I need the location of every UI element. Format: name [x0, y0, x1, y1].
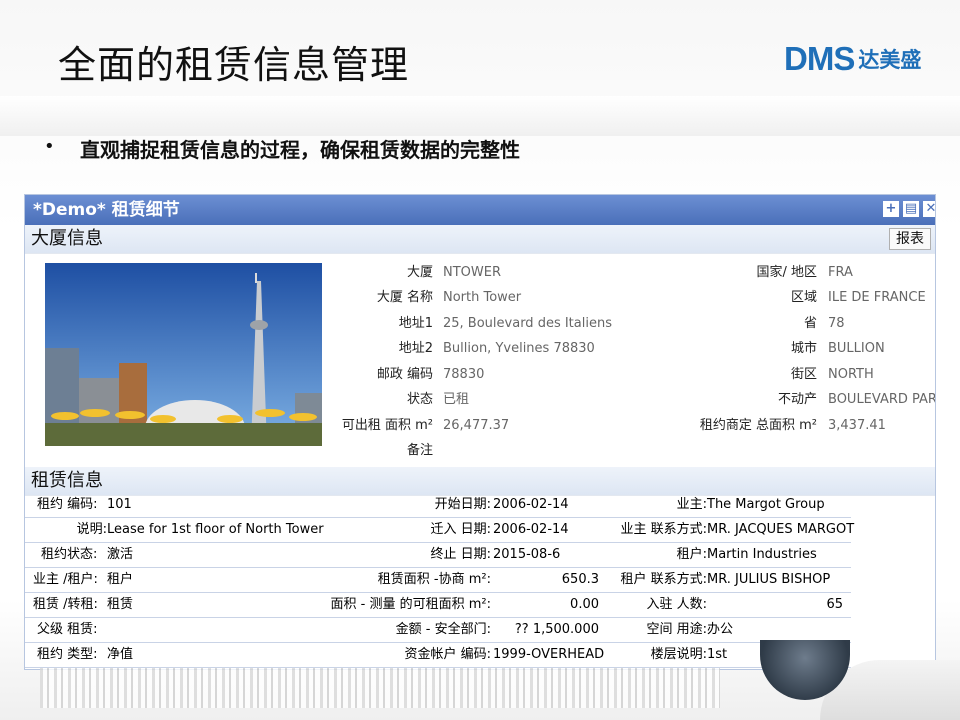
field-value: 78830: [443, 367, 485, 382]
field-label: 可出租 面积 m²: [341, 418, 433, 433]
cell-label: 开始日期:: [434, 497, 491, 512]
field-value: FRA: [828, 265, 853, 280]
slide-title: 全面的租赁信息管理: [58, 43, 410, 87]
table-row: 租约 类型: 净值 资金帐户 编码: 1999-OVERHEAD 楼层说明: 1…: [25, 643, 851, 668]
cell-label: 业主:: [676, 497, 707, 512]
cell-label: 租约 类型:: [37, 647, 98, 662]
field-label: 区域: [790, 290, 817, 305]
cell-value: 650.3: [561, 572, 599, 587]
field-value: 26,477.37: [443, 418, 510, 433]
cell-value: 激活: [107, 547, 134, 562]
field-label: 大厦: [406, 265, 433, 280]
field-value: 已租: [443, 392, 470, 407]
cell-value: 2015-08-6: [493, 547, 561, 562]
field-value: ILE DE FRANCE: [828, 290, 926, 305]
field-label: 省: [803, 316, 817, 331]
field-value: BULLION: [828, 341, 885, 356]
cell-value: The Margot Group: [707, 497, 825, 512]
field-value: 78: [828, 316, 845, 331]
lease-section-title: 租赁信息: [25, 467, 935, 496]
logo-chinese: 达美盛: [858, 48, 922, 72]
field-value: 25, Boulevard des Italiens: [443, 316, 612, 331]
cell-value: 租赁: [107, 597, 134, 612]
field-label: 街区: [790, 367, 817, 382]
cell-label: 父级 租赁:: [37, 622, 98, 637]
cell-label: 业主 联系方式:: [620, 522, 707, 537]
building-fields: 大厦 NTOWER 大厦 名称 North Tower 地址1 25, Boul…: [25, 195, 936, 458]
bullet-mark: •: [44, 136, 55, 157]
cell-label: 租约状态:: [41, 547, 98, 562]
field-label: 大厦 名称: [376, 290, 433, 305]
table-row: 租约 编码: 101 开始日期: 2006-02-14 业主: The Marg…: [25, 493, 851, 518]
table-row: 租赁 /转租: 租赁 面积 - 测量 的可租面积 m²: 0.00 入驻 人数:…: [25, 593, 851, 618]
bullet-text: 直观捕捉租赁信息的过程，确保租赁数据的完整性: [80, 138, 520, 162]
cell-value: 101: [107, 497, 132, 512]
field-label: 城市: [790, 341, 817, 356]
cell-value: 1999-OVERHEAD: [493, 647, 605, 662]
lease-info-table: 租约 编码: 101 开始日期: 2006-02-14 业主: The Marg…: [25, 493, 855, 668]
table-row: 父级 租赁: 金额 - 安全部门: ?? 1,500.000 空间 用途: 办公: [25, 618, 851, 643]
cell-label: 楼层说明:: [650, 647, 707, 662]
cell-label: 空间 用途:: [646, 622, 707, 637]
field-value: North Tower: [443, 290, 522, 305]
table-row: 说明: Lease for 1st floor of North Tower 迁…: [25, 518, 855, 543]
cell-label: 业主 /租户:: [33, 572, 98, 587]
cell-label: 入驻 人数:: [646, 597, 707, 612]
cell-label: 租户:: [676, 547, 707, 562]
field-value: NTOWER: [443, 265, 501, 280]
cell-label: 资金帐户 编码:: [404, 647, 491, 662]
cell-value: 1st: [707, 647, 728, 662]
cell-label: 租户 联系方式:: [620, 572, 707, 587]
table-row: 业主 /租户: 租户 租赁面积 -协商 m²: 650.3 租户 联系方式: M…: [25, 568, 851, 593]
cell-value: 2006-02-14: [493, 497, 569, 512]
cell-label: 租赁面积 -协商 m²:: [377, 572, 491, 587]
cell-value: ?? 1,500.000: [514, 622, 599, 637]
cell-value: MR. JACQUES MARGOT: [707, 522, 855, 537]
cell-value: 65: [826, 597, 843, 612]
cell-value: 净值: [107, 647, 134, 662]
cell-label: 租约 编码:: [37, 497, 98, 512]
company-logo: DMS 达美盛: [784, 40, 922, 77]
lease-detail-panel: *Demo* 租赁细节 + ▤ ✕ 大厦信息 报表 大厦 NTOWER 大厦 名…: [24, 194, 936, 670]
cell-value: 2006-02-14: [493, 522, 569, 537]
lease-section-label: 租赁信息: [31, 470, 103, 491]
field-label: 状态: [406, 392, 433, 407]
cell-label: 金额 - 安全部门:: [395, 622, 491, 637]
logo-latin: DMS: [784, 40, 855, 77]
field-value: 3,437.41: [828, 418, 886, 433]
table-row: 租约状态: 激活 终止 日期: 2015-08-6 租户: Martin Ind…: [25, 543, 851, 568]
field-label: 国家/ 地区: [756, 265, 817, 280]
cell-value: 0.00: [570, 597, 599, 612]
field-label: 地址2: [398, 341, 433, 356]
field-value: Bullion, Yvelines 78830: [443, 341, 595, 356]
cell-value: Martin Industries: [707, 547, 817, 562]
cell-value: Lease for 1st floor of North Tower: [107, 522, 324, 537]
field-value: NORTH: [828, 367, 874, 382]
cell-value: MR. JULIUS BISHOP: [707, 572, 831, 587]
field-label: 地址1: [398, 316, 433, 331]
field-label: 租约商定 总面积 m²: [699, 418, 817, 433]
cell-label: 说明:: [76, 522, 107, 537]
field-label: 备注: [406, 443, 433, 458]
reflection-stripes: [40, 668, 720, 708]
field-label: 邮政 编码: [376, 367, 433, 382]
cell-label: 终止 日期:: [430, 547, 491, 562]
cell-value: 办公: [707, 622, 734, 637]
field-label: 不动产: [777, 392, 817, 407]
cell-label: 面积 - 测量 的可租面积 m²:: [330, 597, 491, 612]
title-band: [0, 96, 960, 136]
cell-label: 租赁 /转租:: [33, 597, 98, 612]
cell-label: 迁入 日期:: [430, 522, 491, 537]
field-value: BOULEVARD PARK: [828, 392, 936, 407]
cell-value: 租户: [107, 572, 134, 587]
